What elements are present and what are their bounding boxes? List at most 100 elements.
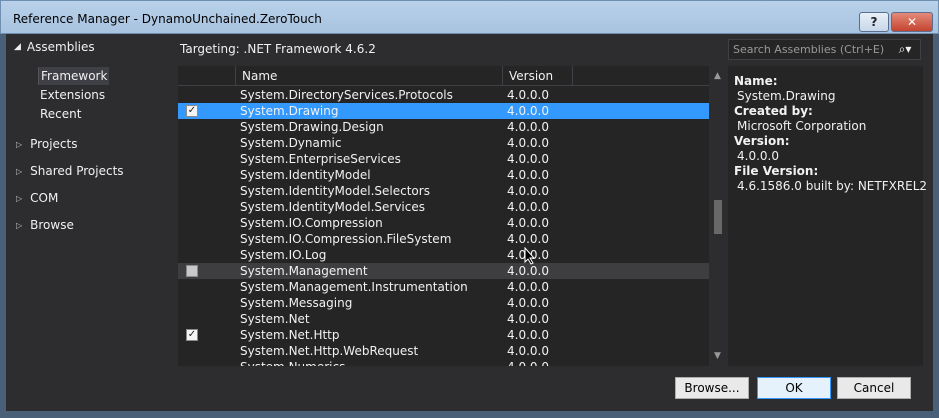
assembly-version: 4.0.0.0 [507, 184, 549, 198]
nav-group-shared-projects[interactable]: ▷ Shared Projects [16, 162, 124, 180]
vertical-scrollbar[interactable]: ▲ ▼ [709, 66, 726, 366]
checkmark-icon: ✓ [186, 105, 198, 117]
assembly-version: 4.0.0.0 [507, 152, 549, 166]
assembly-version: 4.0.0.0 [507, 264, 549, 278]
nav-group-label: COM [30, 191, 59, 205]
details-pane: Name: System.Drawing Created by: Microso… [728, 66, 928, 366]
table-row[interactable]: System.Drawing.Design 4.0.0.0 [178, 119, 709, 135]
collapsed-triangle-icon: ▷ [16, 166, 23, 176]
table-row[interactable]: System.IO.Compression.FileSystem 4.0.0.0 [178, 231, 709, 247]
nav-group-label: Projects [30, 137, 78, 151]
assembly-name: System.Drawing.Design [240, 120, 384, 134]
assembly-version: 4.0.0.0 [507, 136, 549, 150]
scroll-up-icon[interactable]: ▲ [709, 68, 726, 84]
row-checkbox[interactable]: ✓ [186, 105, 198, 117]
table-row[interactable]: System.Management.Instrumentation 4.0.0.0 [178, 279, 709, 295]
assembly-version: 4.0.0.0 [507, 328, 549, 342]
nav-group-com[interactable]: ▷ COM [16, 189, 58, 207]
assembly-name: System.Drawing [240, 104, 339, 118]
assembly-name: System.IdentityModel.Services [240, 200, 425, 214]
assembly-name: System.Net [240, 312, 310, 326]
nav-item-extensions[interactable]: Extensions [38, 86, 107, 104]
assembly-name: System.IO.Compression [240, 216, 383, 230]
row-checkbox[interactable]: ✓ [186, 329, 198, 341]
search-input[interactable]: Search Assemblies (Ctrl+E) ⌕▾ [728, 39, 921, 60]
assembly-name: System.IdentityModel.Selectors [240, 184, 430, 198]
assembly-name: System.IdentityModel [240, 168, 371, 182]
assembly-name: System.Net.Http [240, 328, 340, 342]
browse-button[interactable]: Browse... [675, 377, 749, 399]
assembly-name: System.IO.Log [240, 248, 327, 262]
table-row[interactable]: System.IO.Log4.0.0.0 [178, 247, 709, 263]
table-row[interactable]: System.IdentityModel 4.0.0.0 [178, 167, 709, 183]
close-button[interactable]: ✕ [891, 12, 933, 32]
table-row[interactable]: System.IdentityModel.Selectors 4.0.0.0 [178, 183, 709, 199]
assembly-version: 4.0.0.0 [507, 344, 549, 358]
assembly-name: System.Messaging [240, 296, 353, 310]
nav-item-framework[interactable]: Framework [38, 67, 110, 85]
table-row[interactable]: System.Dynamic 4.0.0.0 [178, 135, 709, 151]
detail-name-value: System.Drawing [737, 89, 836, 103]
grid-rows: System.DirectoryServices.Protocols 4.0.0.… [178, 87, 709, 366]
assembly-version: 4.0.0.0 [507, 120, 549, 134]
assembly-version: 4.0.0.0 [507, 88, 549, 102]
detail-file-version-label: File Version: [734, 164, 819, 178]
table-row[interactable]: System.DirectoryServices.Protocols 4.0.0.… [178, 87, 709, 103]
table-row[interactable]: System.IO.Compression 4.0.0.0 [178, 215, 709, 231]
table-row[interactable]: System.EnterpriseServices 4.0.0.0 [178, 151, 709, 167]
column-empty [572, 66, 709, 86]
help-button[interactable]: ? [859, 12, 889, 32]
collapsed-triangle-icon: ▷ [16, 193, 23, 203]
search-icon[interactable]: ⌕▾ [894, 40, 916, 59]
scroll-down-icon[interactable]: ▼ [709, 348, 726, 364]
assembly-version: 4.0.0.0 [507, 296, 549, 310]
nav-assemblies[interactable]: ◢ Assemblies [14, 38, 95, 56]
expanded-triangle-icon: ◢ [14, 42, 21, 52]
ok-button[interactable]: OK [757, 377, 831, 399]
window-title: Reference Manager - DynamoUnchained.Zero… [13, 12, 322, 26]
table-row[interactable]: System.IdentityModel.Services 4.0.0.0 [178, 199, 709, 215]
detail-file-version-value: 4.6.1586.0 built by: NETFXREL2 [737, 179, 928, 193]
row-checkbox[interactable] [186, 265, 198, 277]
cancel-button[interactable]: Cancel [837, 377, 911, 399]
column-version[interactable]: Version [502, 66, 572, 86]
detail-created-value: Microsoft Corporation [737, 119, 867, 133]
nav-group-label: Browse [30, 218, 74, 232]
detail-created-label: Created by: [734, 104, 813, 118]
table-row[interactable]: System.Net.Http.WebRequest 4.0.0.0 [178, 343, 709, 359]
nav-group-browse[interactable]: ▷ Browse [16, 216, 74, 234]
dialog-client: ◢ Assemblies Framework Extensions Recent… [6, 34, 933, 411]
mouse-cursor-icon [524, 247, 536, 265]
assembly-version: 4.0.0.0 [507, 232, 549, 246]
nav-item-recent[interactable]: Recent [38, 105, 83, 123]
assembly-version: 4.0.0.0 [507, 200, 549, 214]
empty-checkbox-icon [186, 265, 198, 277]
detail-name-label: Name: [734, 74, 778, 88]
table-row[interactable]: System.Net 4.0.0.0 [178, 311, 709, 327]
nav-assemblies-label: Assemblies [26, 40, 95, 54]
collapsed-triangle-icon: ▷ [16, 139, 23, 149]
table-row[interactable]: System.Numerics 4.0.0.0 [178, 359, 709, 366]
nav-group-label: Shared Projects [30, 164, 124, 178]
assembly-name: System.Management.Instrumentation [240, 280, 468, 294]
detail-version-value: 4.0.0.0 [737, 149, 779, 163]
nav-group-projects[interactable]: ▷ Projects [16, 135, 77, 153]
table-row[interactable]: System.Messaging 4.0.0.0 [178, 295, 709, 311]
search-placeholder: Search Assemblies (Ctrl+E) [733, 43, 885, 56]
column-name[interactable]: Name [235, 66, 502, 86]
table-row[interactable]: System.Management 4.0.0.0 [178, 263, 709, 279]
targeting-label: Targeting: .NET Framework 4.6.2 [180, 42, 376, 56]
reference-manager-window: Reference Manager - DynamoUnchained.Zero… [0, 0, 939, 418]
checkmark-icon: ✓ [186, 329, 198, 341]
assembly-name: System.Management [240, 264, 368, 278]
detail-version-label: Version: [734, 134, 790, 148]
scrollbar-thumb[interactable] [714, 200, 722, 234]
table-row[interactable]: ✓ System.Net.Http 4.0.0.0 [178, 327, 709, 343]
assembly-version: 4.0.0.0 [507, 168, 549, 182]
assembly-name: System.DirectoryServices.Protocols [240, 88, 453, 102]
assembly-name: System.IO.Compression.FileSystem [240, 232, 452, 246]
assembly-version: 4.0.0.0 [507, 359, 549, 366]
assembly-name: System.EnterpriseServices [240, 152, 401, 166]
assembly-name: System.Dynamic [240, 136, 342, 150]
table-row[interactable]: ✓ System.Drawing 4.0.0.0 [178, 103, 709, 119]
